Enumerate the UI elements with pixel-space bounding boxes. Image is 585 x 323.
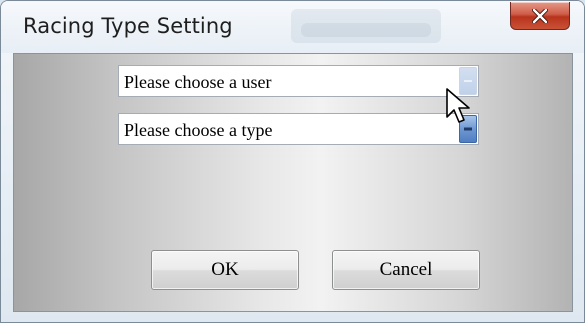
dialog-body: Please choose a user Please choose a typ… bbox=[13, 53, 573, 312]
type-select-value: Please choose a type bbox=[124, 120, 273, 140]
ok-button[interactable]: OK bbox=[151, 250, 299, 290]
close-button[interactable] bbox=[510, 2, 570, 30]
window-title: Racing Type Setting bbox=[23, 14, 233, 38]
cancel-button[interactable]: Cancel bbox=[332, 250, 480, 290]
title-bar[interactable]: Racing Type Setting bbox=[1, 1, 584, 53]
close-icon bbox=[532, 8, 548, 23]
chevron-down-icon bbox=[464, 80, 472, 82]
user-select[interactable]: Please choose a user bbox=[118, 65, 479, 97]
type-select[interactable]: Please choose a type bbox=[118, 113, 479, 145]
mouse-pointer-icon bbox=[446, 88, 470, 123]
user-select-value: Please choose a user bbox=[124, 72, 272, 92]
chevron-down-icon bbox=[464, 127, 472, 131]
background-blur bbox=[301, 23, 431, 37]
dialog-window: Racing Type Setting Please choose a user… bbox=[0, 0, 585, 323]
